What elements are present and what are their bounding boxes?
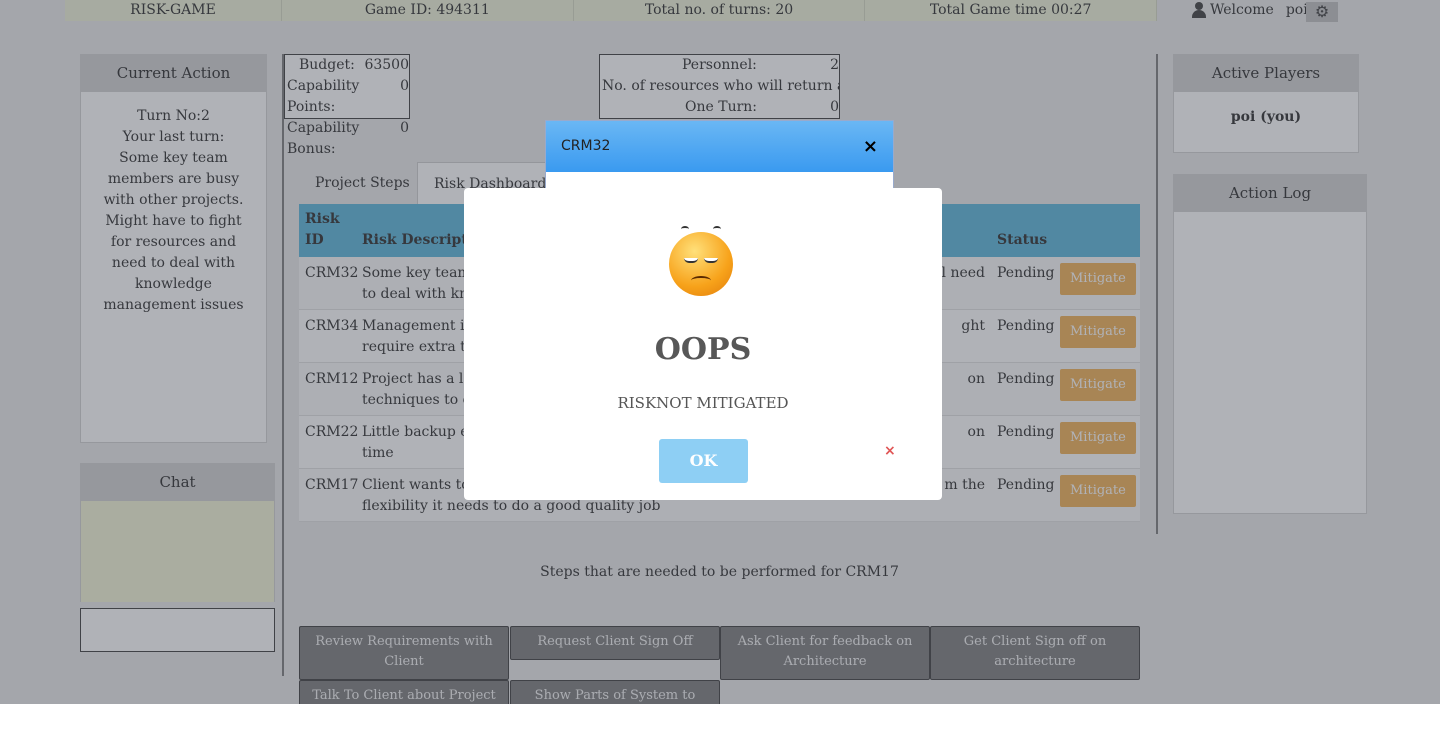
crm-dialog-title: CRM32: [561, 138, 611, 154]
close-icon[interactable]: ×: [884, 443, 896, 459]
oops-title: OOPS: [654, 332, 752, 367]
sad-face-icon: [669, 226, 733, 296]
close-icon[interactable]: ×: [863, 121, 878, 172]
game-page: RISK-GAME Game ID: 494311 Total no. of t…: [0, 0, 1440, 704]
oops-message: RISKNOT MITIGATED: [617, 394, 789, 412]
ok-button[interactable]: OK: [659, 439, 748, 483]
crm-dialog: CRM32 ×: [545, 120, 894, 190]
oops-dialog: OOPS RISKNOT MITIGATED OK ×: [464, 188, 942, 500]
crm-dialog-header: CRM32 ×: [546, 121, 893, 172]
